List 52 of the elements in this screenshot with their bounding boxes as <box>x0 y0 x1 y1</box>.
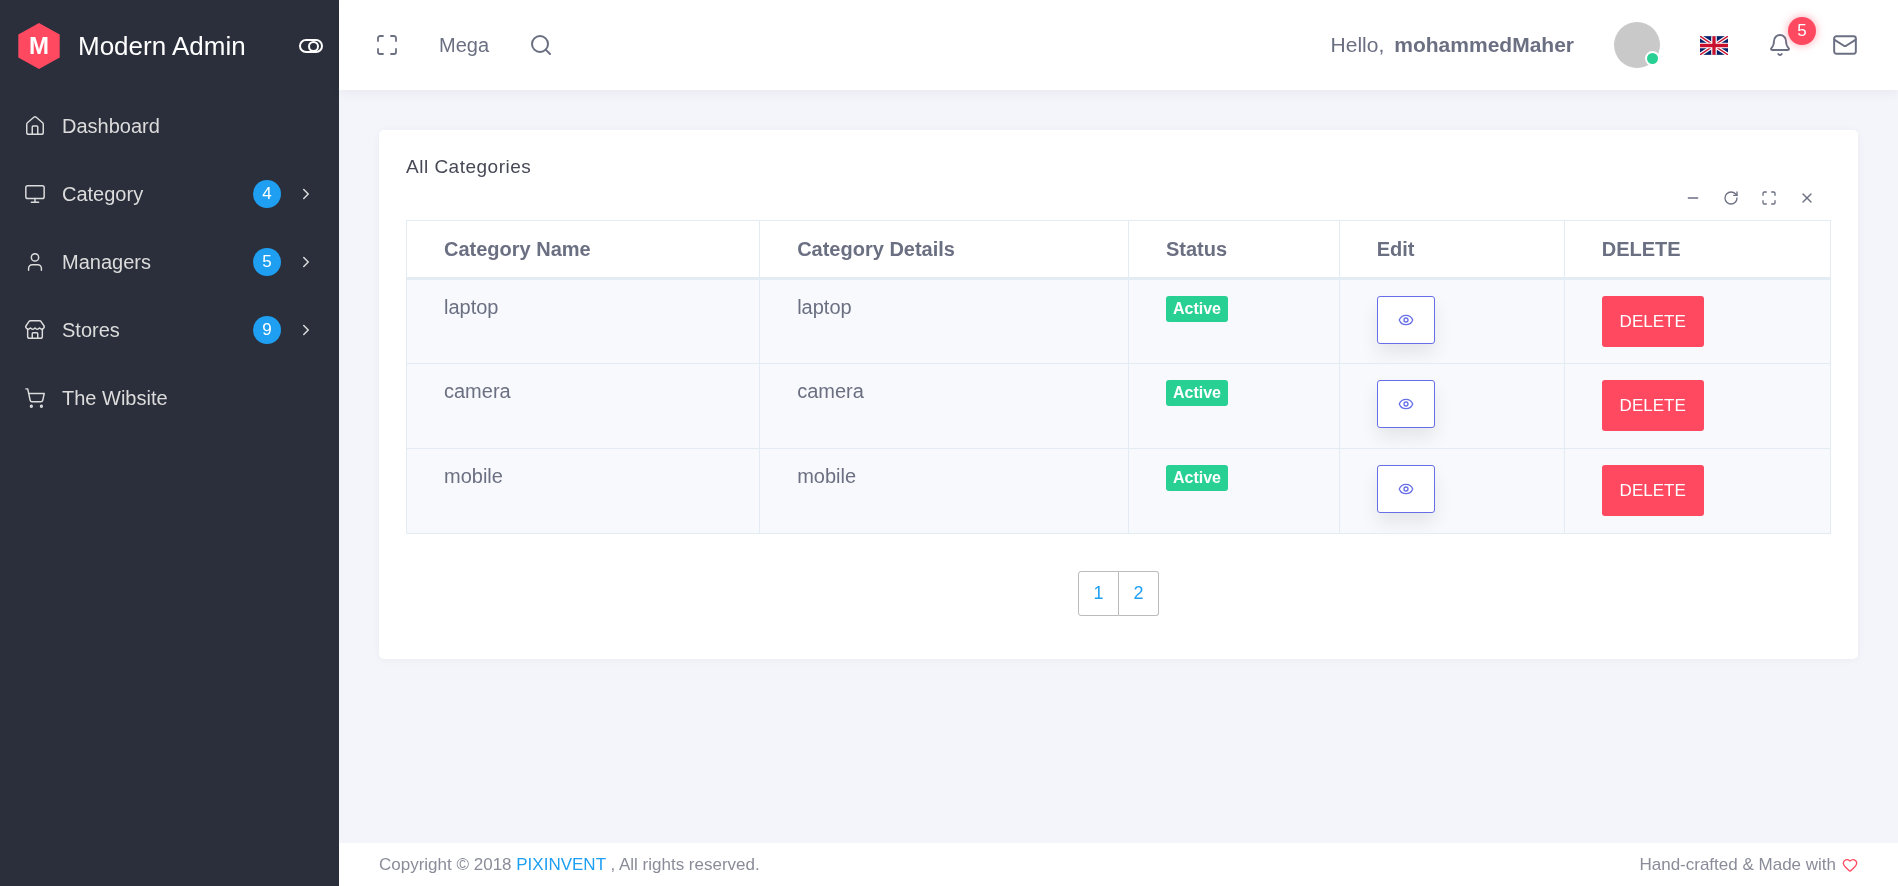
table-cell: mobile <box>759 448 1129 534</box>
eye-icon <box>1397 396 1414 412</box>
view-button[interactable] <box>1376 296 1435 344</box>
status-tag: Active <box>1165 380 1228 406</box>
status-tag: Active <box>1165 465 1228 491</box>
sidebar-item[interactable]: Managers 5 <box>0 228 339 296</box>
heart-icon <box>1842 856 1858 873</box>
expand-icon[interactable] <box>1761 190 1777 206</box>
card-title: All Categories <box>406 156 533 178</box>
flag-icon[interactable] <box>1700 35 1728 55</box>
sidebar-item[interactable]: Dashboard <box>0 92 339 160</box>
status-tag: Active <box>1165 296 1228 322</box>
reload-icon[interactable] <box>1723 190 1739 206</box>
toggle-icon[interactable] <box>299 39 323 53</box>
notification-badge: 5 <box>1788 17 1816 45</box>
cart-icon <box>24 387 46 409</box>
company-link[interactable]: PIXINVENT <box>516 854 606 874</box>
fullscreen-icon[interactable] <box>375 33 399 57</box>
table-cell: camera <box>759 363 1129 449</box>
mega-menu-link[interactable]: Mega <box>439 33 490 57</box>
mail-icon[interactable] <box>1832 32 1858 58</box>
eye-icon <box>1397 481 1414 497</box>
page-link[interactable]: 2 <box>1119 571 1159 616</box>
bell-icon[interactable] <box>1768 33 1792 57</box>
online-dot <box>1645 51 1660 66</box>
home-icon <box>24 115 46 137</box>
table-cell: mobile <box>406 448 760 534</box>
view-button[interactable] <box>1376 465 1435 513</box>
view-button[interactable] <box>1376 380 1435 428</box>
delete-button[interactable]: DELETE <box>1601 465 1704 516</box>
delete-button[interactable]: DELETE <box>1601 380 1704 431</box>
count-badge: 4 <box>253 180 281 208</box>
monitor-icon <box>24 183 46 205</box>
logo: M <box>16 23 62 69</box>
user-name[interactable]: mohammedMaher <box>1394 33 1574 57</box>
table-cell: camera <box>406 363 760 449</box>
page-link[interactable]: 1 <box>1078 571 1119 616</box>
sidebar-item[interactable]: Category 4 <box>0 160 339 228</box>
eye-icon <box>1397 312 1414 328</box>
table-cell: laptop <box>406 278 760 364</box>
delete-button[interactable]: DELETE <box>1601 296 1704 347</box>
store-icon <box>24 319 46 341</box>
sidebar-item[interactable]: The Wibsite <box>0 364 339 432</box>
table-cell: laptop <box>759 278 1129 364</box>
search-icon[interactable] <box>529 33 554 57</box>
credit-text: Hand-crafted & Made with <box>1639 854 1836 875</box>
greeting: Hello, <box>1330 33 1385 57</box>
count-badge: 5 <box>253 248 281 276</box>
copyright-text: Copyright © 2018 PIXINVENT , All rights reserved. <box>379 854 760 875</box>
count-badge: 9 <box>253 316 281 344</box>
sidebar-item[interactable]: Stores 9 <box>0 296 339 364</box>
brand-title: Modern Admin <box>78 30 247 62</box>
